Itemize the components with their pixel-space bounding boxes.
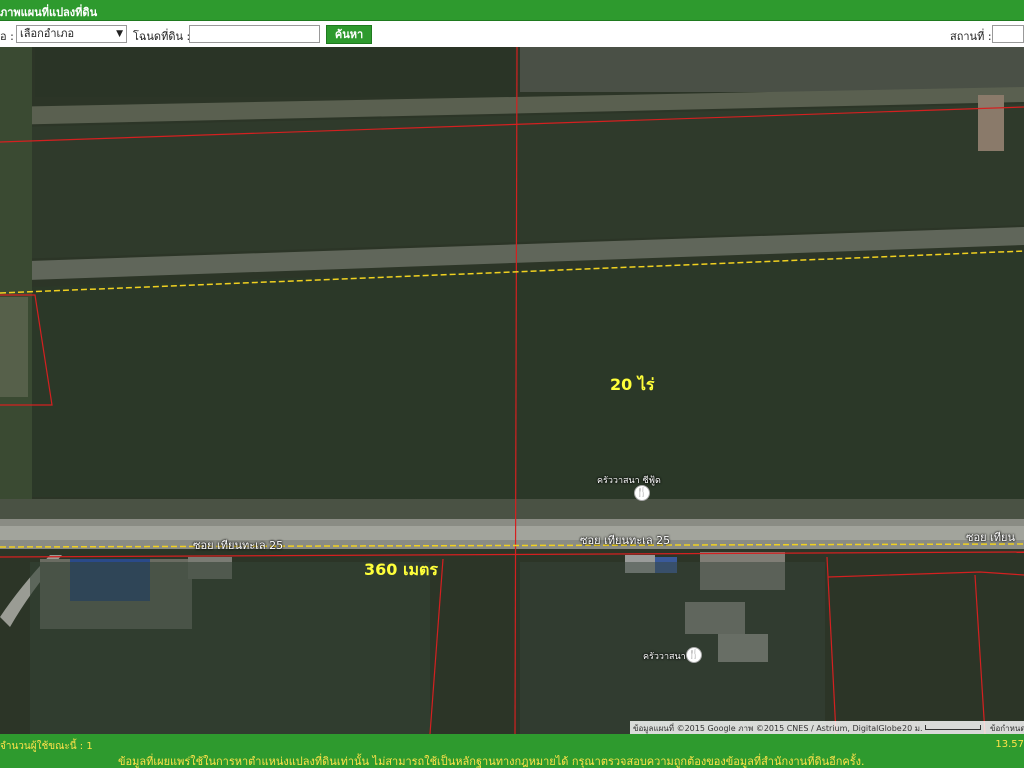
page-title: ภาพแผนที่แปลงที่ดิน — [0, 6, 98, 19]
road-label: ซอย เทียน — [966, 531, 1015, 544]
chanote-input[interactable] — [189, 25, 320, 43]
area-label: 20 ไร่ — [610, 375, 655, 394]
footer: จำนวนผู้ใช้ขณะนี้ : 1 13.57 ข้อมูลที่เผย… — [0, 734, 1024, 768]
chevron-down-icon: ▼ — [116, 29, 123, 39]
amphoe-label: อ : — [0, 30, 14, 43]
road-label: ซอย เทียนทะเล 25 — [580, 534, 671, 547]
amphoe-select-value: เลือกอำเภอ — [20, 27, 75, 40]
search-button[interactable]: ค้นหา — [326, 25, 372, 44]
scale-bar — [925, 725, 981, 730]
location-input[interactable] — [992, 25, 1024, 43]
restaurant-icon[interactable]: 🍴 — [634, 485, 650, 501]
location-label: สถานที่ : — [950, 30, 992, 43]
disclaimer: ข้อมูลที่เผยแพร่ใช้ในการหาตำแหน่งแปลงที่… — [118, 755, 865, 768]
distance-label: 360 เมตร — [364, 560, 438, 579]
search-toolbar: อ : เลือกอำเภอ ▼ โฉนดที่ดิน : ค้นหา สถาน… — [0, 21, 1024, 48]
poi-label[interactable]: ครัววาสนา — [643, 649, 686, 663]
road-label: ซอย เทียนทะเล 25 — [193, 539, 284, 552]
user-count: จำนวนผู้ใช้ขณะนี้ : 1 — [0, 741, 93, 752]
poi-label[interactable]: ครัววาสนา ซีฟู้ด — [597, 473, 661, 487]
amphoe-select[interactable]: เลือกอำเภอ ▼ — [16, 25, 127, 43]
restaurant-icon[interactable]: 🍴 — [686, 647, 702, 663]
map-view[interactable]: 20 ไร่ 360 เมตร ซอย เทียนทะเล 25 ซอย เที… — [0, 47, 1024, 734]
chanote-label: โฉนดที่ดิน : — [133, 30, 191, 43]
coordinate-readout: 13.57 — [995, 739, 1024, 750]
satellite-imagery — [0, 47, 1024, 734]
title-bar: ภาพแผนที่แปลงที่ดิน — [0, 0, 1024, 21]
